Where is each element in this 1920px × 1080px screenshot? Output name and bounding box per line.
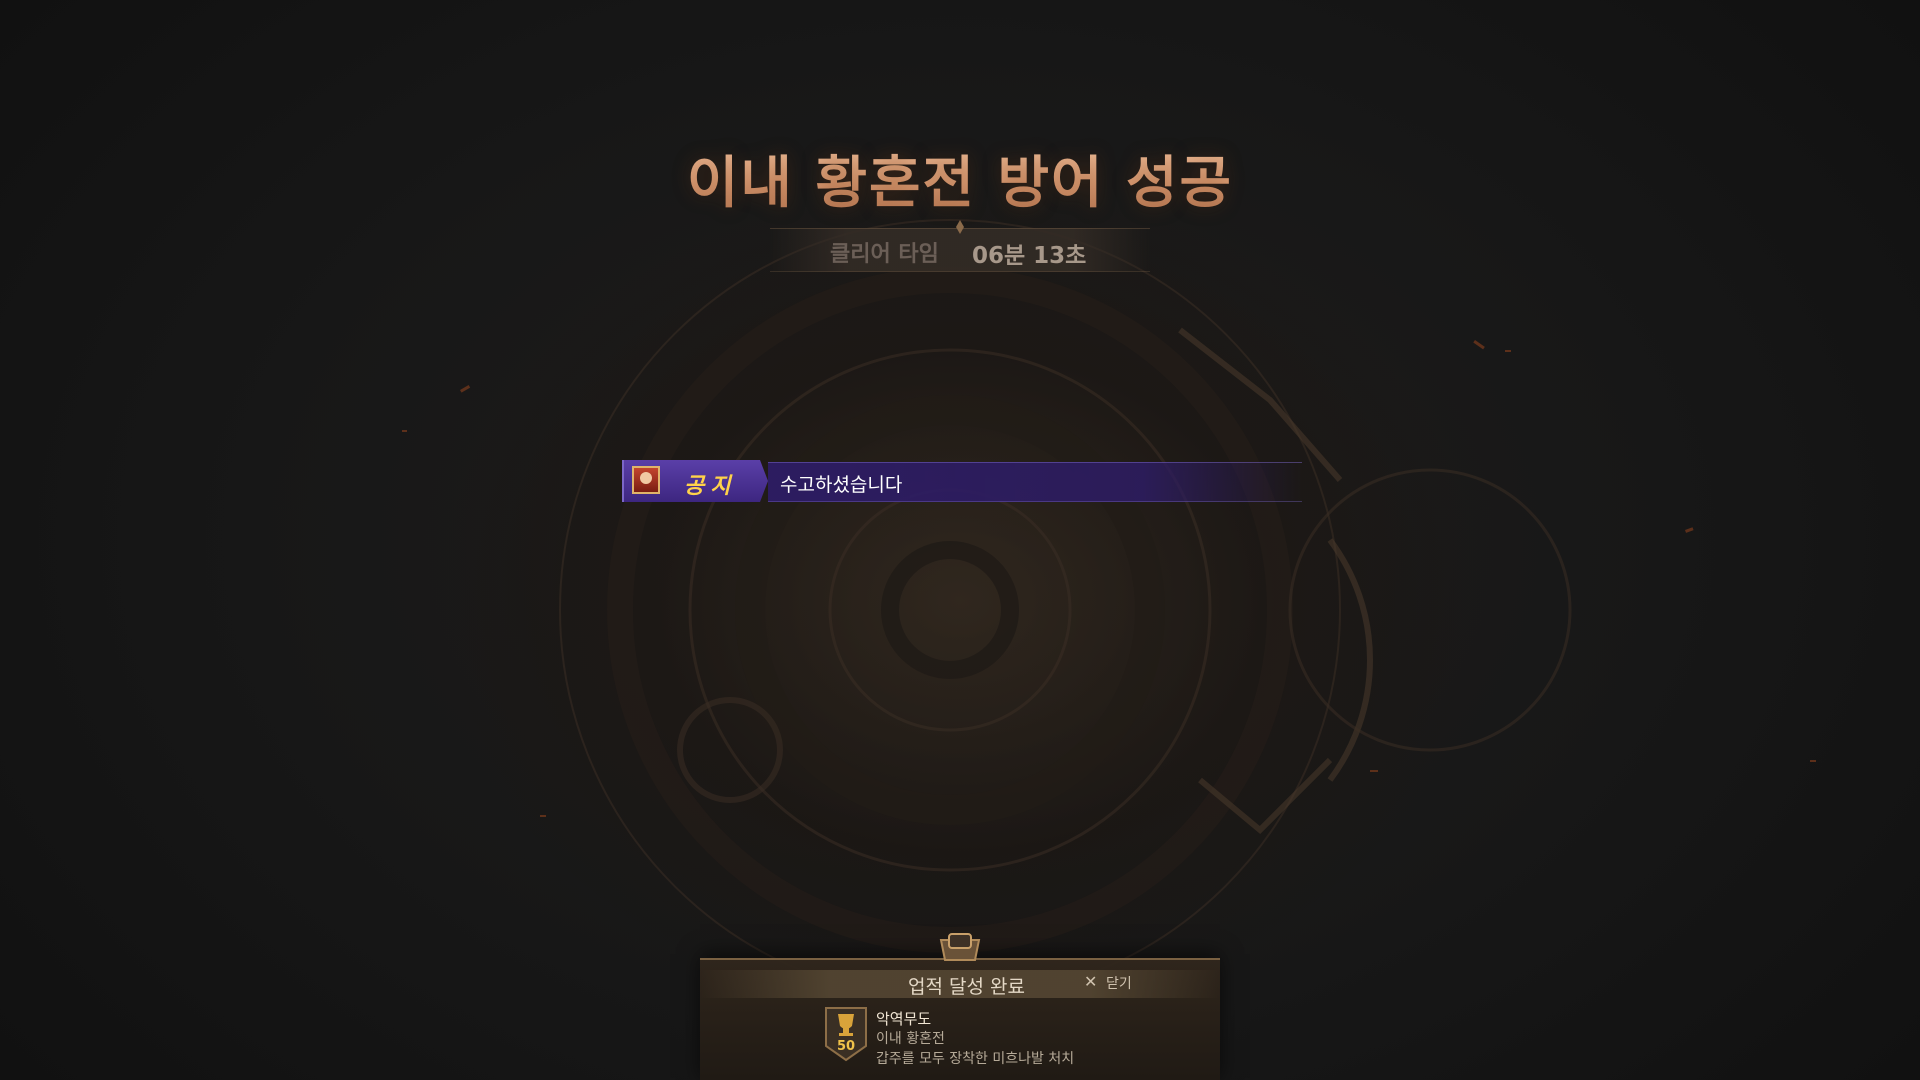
- clear-time-label: 클리어 타임: [830, 242, 939, 267]
- close-button[interactable]: ✕ 닫기: [1084, 970, 1154, 994]
- notice-body: 수고하셨습니다: [768, 462, 1302, 502]
- scroll-emblem-icon: [939, 933, 981, 961]
- achievement-popup: 업적 달성 완료 ✕ 닫기 50 악역무도 이내 황혼전 갑주를 모두 장착한 …: [700, 933, 1220, 1080]
- achievement-name: 악역무도: [876, 1010, 932, 1028]
- notice-tag: 공지: [622, 460, 768, 502]
- achievement-description: 갑주를 모두 장착한 미흐나발 처치: [876, 1051, 1075, 1067]
- character-portrait-icon: [632, 466, 660, 494]
- close-label[interactable]: 닫기: [1106, 973, 1132, 993]
- result-title: 이내 황혼전 방어 성공: [0, 138, 1920, 219]
- system-notice: 공지 수고하셨습니다: [622, 460, 1302, 502]
- close-x-icon[interactable]: ✕: [1084, 972, 1097, 991]
- clear-time-value: 06분 13초: [972, 243, 1087, 269]
- achievement-points: 50: [836, 1039, 856, 1054]
- notice-message: 수고하셨습니다: [780, 474, 903, 496]
- dungeon-result-screen: 이내 황혼전 방어 성공 클리어 타임 06분 13초 공지 수고하셨습니다 업…: [0, 0, 1920, 1080]
- ornament-icon: [956, 220, 964, 234]
- achievement-badge: 50: [824, 1006, 868, 1062]
- clear-time-bar: 클리어 타임 06분 13초: [770, 220, 1150, 272]
- achievement-category: 이내 황혼전: [876, 1031, 945, 1047]
- achievement-header: 업적 달성 완료: [908, 976, 1025, 998]
- notice-tag-label: 공지: [684, 474, 737, 499]
